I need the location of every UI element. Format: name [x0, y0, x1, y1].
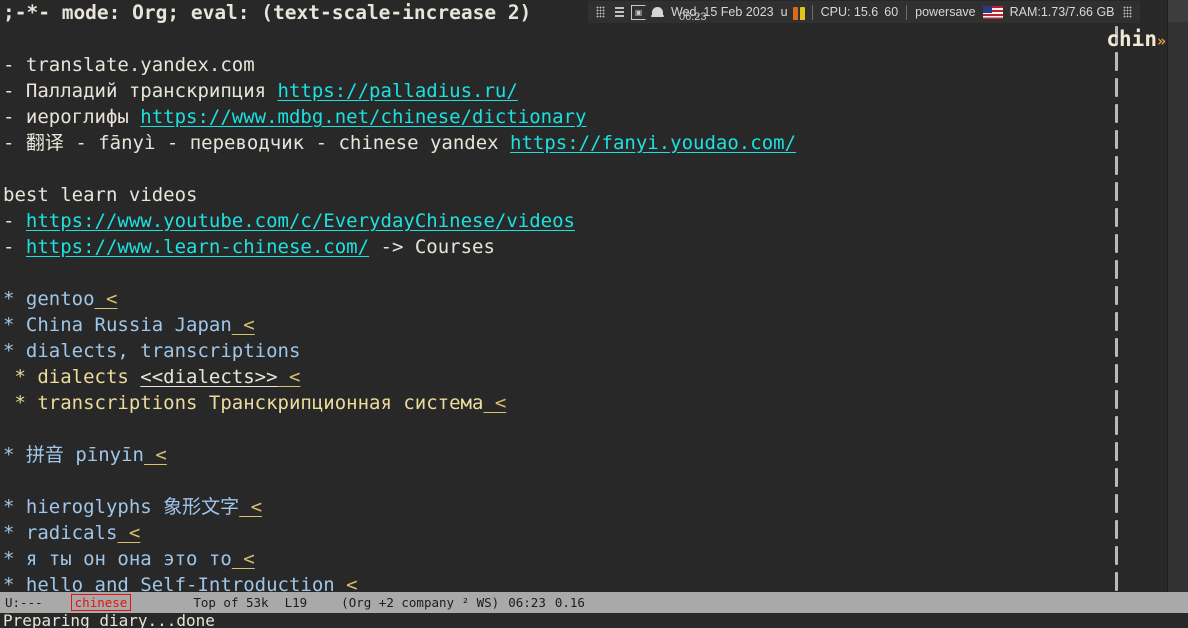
text-span: pīnyīn — [63, 444, 144, 466]
buffer-position-indicator[interactable]: Top of 53k — [193, 595, 268, 610]
list-menu-icon[interactable] — [611, 3, 628, 21]
buffer-line-16 — [0, 416, 1168, 442]
tray-divider-2 — [906, 4, 908, 20]
scrollbar-thumb[interactable] — [1168, 0, 1188, 22]
org-link[interactable]: https://www.learn-chinese.com/ — [26, 236, 369, 258]
text-span: best learn videos — [3, 184, 198, 206]
text-span: < — [334, 574, 358, 592]
text-span: < — [277, 366, 301, 388]
text-span: < — [231, 548, 255, 570]
dot-grid-icon[interactable] — [592, 3, 609, 21]
org-link[interactable]: https://fanyi.youdao.com/ — [510, 132, 796, 154]
tray-divider-1 — [811, 4, 813, 20]
buffer-line-4: - иероглифы https://www.mdbg.net/chinese… — [0, 104, 1168, 130]
org-link[interactable]: https://www.youtube.com/c/EverydayChines… — [26, 210, 575, 232]
buffer-line-19: * hieroglyphs 象形文字 < — [0, 494, 1168, 520]
text-span: * hieroglyphs — [3, 496, 164, 518]
cpu-usage-label[interactable]: CPU: 15.6 — [818, 5, 882, 19]
tray-time-text: 06:23 — [679, 10, 707, 23]
text-span: * transcriptions Транскрипционная систем… — [3, 392, 484, 414]
sensor-bars-icon[interactable] — [792, 4, 805, 20]
buffer-line-22: * hello and Self-Introduction < — [0, 572, 1168, 592]
bell-icon[interactable] — [649, 3, 666, 21]
load-average-indicator[interactable]: 0.16 — [555, 595, 585, 610]
buffer-name-indicator[interactable]: chinese — [70, 594, 132, 611]
text-span: < — [143, 444, 167, 466]
line-number-indicator[interactable]: L19 — [285, 595, 308, 610]
us-flag-icon[interactable] — [982, 5, 1003, 19]
buffer-line-8: - https://www.youtube.com/c/EverydayChin… — [0, 208, 1168, 234]
continuation-arrow-icon: » — [1156, 32, 1166, 50]
text-span: 象形文字 — [163, 496, 240, 518]
text-span: < — [239, 496, 263, 518]
text-span: - fānyì - переводчик - chinese yandex — [63, 132, 511, 154]
text-span: - — [3, 132, 26, 154]
buffer-line-12: * China Russia Japan < — [0, 312, 1168, 338]
org-link[interactable]: https://www.mdbg.net/chinese/dictionary — [140, 106, 586, 128]
text-span: < — [483, 392, 507, 414]
text-span: - — [3, 236, 26, 258]
buffer-line-15: * transcriptions Транскрипционная систем… — [0, 390, 1168, 416]
buffer-title-text: chin — [1106, 27, 1157, 51]
buffer-line-9: - https://www.learn-chinese.com/ -> Cour… — [0, 234, 1168, 260]
tray-datetime[interactable]: Wed, 15 Feb 2023 06:23 — [667, 6, 778, 23]
buffer-line-1 — [0, 26, 1168, 52]
text-span: < — [117, 522, 141, 544]
text-span: * — [3, 444, 26, 466]
buffer-line-13: * dialects, transcriptions — [0, 338, 1168, 364]
org-link[interactable]: https://palladius.ru/ — [278, 80, 518, 102]
vertical-scrollbar[interactable] — [1167, 0, 1188, 592]
coding-system-indicator[interactable]: U:--- — [5, 595, 43, 610]
buffer-lines: ;-*- mode: Org; eval: (text-scale-increa… — [0, 0, 1168, 592]
buffer-line-5: - 翻译 - fānyì - переводчик - chinese yand… — [0, 130, 1168, 156]
text-span: * hello and Self-Introduction — [3, 574, 335, 592]
text-span: * я ты он она это то — [3, 548, 232, 570]
text-span: ;-*- mode: Org; eval: (text-scale-increa… — [3, 1, 532, 24]
mode-line[interactable]: U:--- chinese Top of 53k L19 (Org +2 com… — [0, 592, 1188, 613]
power-profile-label[interactable]: powersave — [912, 5, 978, 19]
text-span: * dialects — [3, 366, 141, 388]
text-span: * dialects, transcriptions — [3, 340, 301, 362]
text-span: - иероглифы — [3, 106, 141, 128]
buffer-line-2: - translate.yandex.com — [0, 52, 1168, 78]
buffer-line-11: * gentoo < — [0, 286, 1168, 312]
buffer-title-overflow: chin» — [1056, 0, 1166, 51]
buffer-line-3: - Палладий транскрипция https://palladiu… — [0, 78, 1168, 104]
buffer-line-14: * dialects <<dialects>> < — [0, 364, 1168, 390]
text-span: < — [231, 314, 255, 336]
clock-indicator[interactable]: 06:23 — [508, 595, 546, 610]
buffer-line-10 — [0, 260, 1168, 286]
buffer-line-18 — [0, 468, 1168, 494]
text-span: 翻译 — [25, 132, 64, 154]
buffer-line-17: * 拼音 pīnyīn < — [0, 442, 1168, 468]
text-span: <<dialects>> — [140, 366, 278, 388]
buffer-line-7: best learn videos — [0, 182, 1168, 208]
app-box-icon[interactable]: ▣ — [630, 3, 647, 21]
text-span: < — [94, 288, 118, 310]
text-span: -> Courses — [369, 236, 495, 258]
text-span: - — [3, 210, 26, 232]
emacs-frame: ;-*- mode: Org; eval: (text-scale-increa… — [0, 0, 1188, 628]
org-buffer-text-area[interactable]: ;-*- mode: Org; eval: (text-scale-increa… — [0, 0, 1168, 592]
text-span: * gentoo — [3, 288, 95, 310]
buffer-line-20: * radicals < — [0, 520, 1168, 546]
text-span: 拼音 — [25, 444, 64, 466]
echo-area-message: Preparing diary...done — [0, 613, 1188, 628]
temperature-label[interactable]: 60 — [881, 5, 901, 19]
major-mode-indicator[interactable]: (Org +2 company ² WS) — [341, 595, 499, 610]
text-span: - translate.yandex.com — [3, 54, 255, 76]
buffer-line-6 — [0, 156, 1168, 182]
keyboard-layout-indicator[interactable]: u — [778, 5, 791, 19]
text-span: * China Russia Japan — [3, 314, 232, 336]
text-span: * radicals — [3, 522, 118, 544]
text-span: - Палладий транскрипция — [3, 80, 278, 102]
buffer-line-21: * я ты он она это то < — [0, 546, 1168, 572]
